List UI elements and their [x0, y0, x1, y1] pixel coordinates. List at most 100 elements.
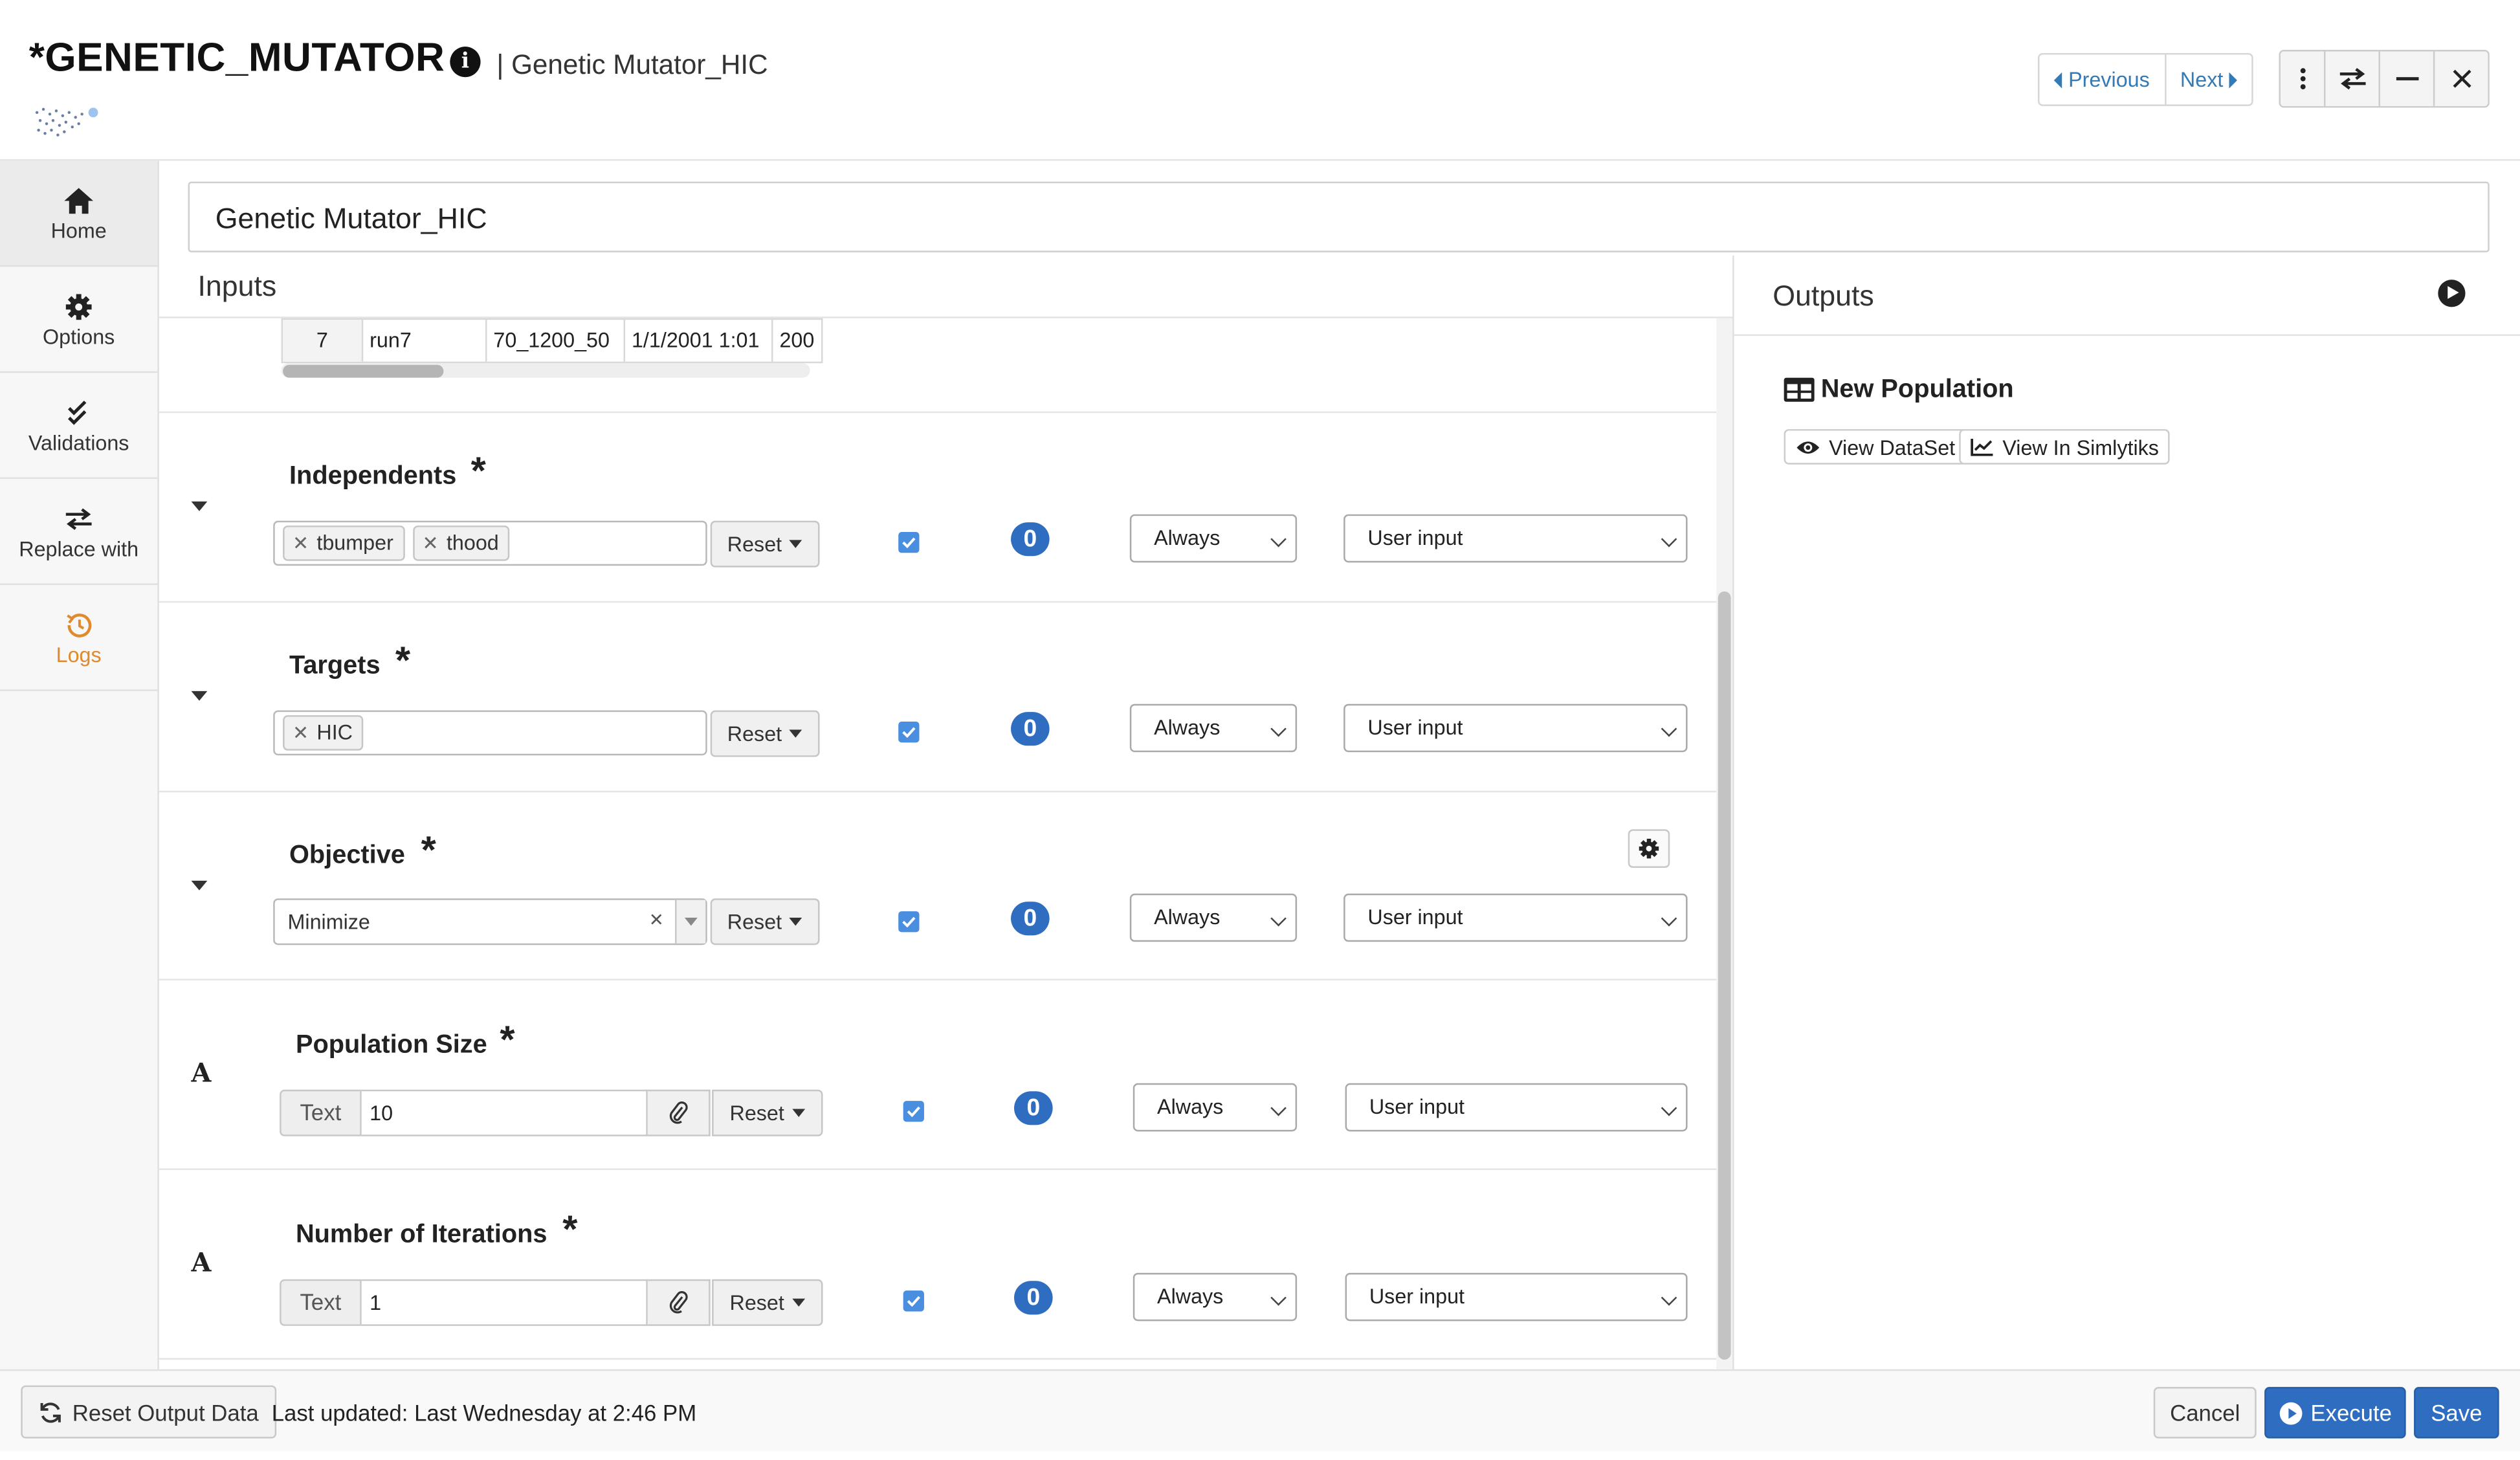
close-button[interactable]	[2433, 51, 2488, 106]
chevron-down-icon	[1661, 1100, 1677, 1116]
sidebar-item-validations[interactable]: Validations	[0, 373, 158, 480]
view-dataset-label: View DataSet	[1829, 434, 1956, 459]
reset-dropdown-button[interactable]: Reset	[712, 1089, 823, 1136]
frequency-select[interactable]: Always	[1133, 1272, 1298, 1322]
source-select[interactable]: User input	[1345, 1083, 1688, 1132]
header-divider	[0, 159, 2520, 161]
param-label: Targets	[289, 652, 381, 680]
select-value: Always	[1154, 525, 1221, 550]
enabled-checkbox[interactable]	[903, 1101, 924, 1122]
save-button[interactable]: Save	[2414, 1387, 2499, 1439]
reset-label: Reset	[727, 532, 782, 557]
play-circle-icon	[2279, 1401, 2302, 1424]
attach-button[interactable]	[647, 1279, 711, 1326]
chevron-down-icon	[1270, 531, 1287, 548]
collapse-caret-icon[interactable]	[191, 501, 208, 511]
reset-dropdown-button[interactable]: Reset	[710, 520, 820, 568]
frequency-select[interactable]: Always	[1133, 1083, 1298, 1132]
caret-down-icon	[792, 1298, 806, 1307]
remove-tag-icon[interactable]: ✕	[423, 527, 439, 560]
reset-dropdown-button[interactable]: Reset	[710, 898, 820, 946]
output-title: New Population	[1820, 376, 2014, 404]
source-select[interactable]: User input	[1343, 703, 1688, 753]
source-select[interactable]: User input	[1345, 1272, 1688, 1322]
sidebar-item-replace-with[interactable]: Replace with	[0, 479, 158, 585]
objective-settings-button[interactable]	[1628, 829, 1670, 868]
source-select[interactable]: User input	[1343, 893, 1688, 942]
tag-chip[interactable]: ✕ HIC	[283, 715, 364, 751]
previous-button[interactable]: Previous	[2039, 54, 2164, 104]
name-input[interactable]: Genetic Mutator_HIC	[188, 181, 2490, 252]
collapse-caret-icon[interactable]	[191, 880, 208, 890]
page-title: *GENETIC_MUTATOR	[28, 35, 445, 81]
select-value: User input	[1369, 1284, 1464, 1309]
reset-dropdown-button[interactable]: Reset	[712, 1279, 823, 1326]
clear-selection-icon[interactable]: ✕	[649, 900, 664, 944]
caret-down-icon	[790, 729, 803, 738]
view-dataset-button[interactable]: View DataSet	[1784, 429, 1967, 465]
table-icon	[1784, 377, 1815, 402]
sidebar-item-home[interactable]: Home	[0, 160, 158, 267]
independents-multiselect[interactable]: ✕ tbumper ✕ thood	[273, 520, 707, 566]
paperclip-icon	[669, 1101, 688, 1124]
select-value: User input	[1367, 905, 1463, 929]
chevron-down-icon	[1661, 720, 1677, 737]
enabled-checkbox[interactable]	[898, 532, 920, 553]
tag-chip[interactable]: ✕ thood	[412, 525, 511, 561]
source-select[interactable]: User input	[1343, 514, 1688, 563]
count-badge: 0	[1014, 1281, 1053, 1315]
minimize-button[interactable]	[2378, 51, 2433, 106]
table-scroll-thumb[interactable]	[283, 364, 444, 378]
sidebar-item-options[interactable]: Options	[0, 267, 158, 373]
population-size-input[interactable]: 10	[361, 1089, 648, 1136]
next-label: Next	[2180, 67, 2224, 92]
execute-button[interactable]: Execute	[2264, 1387, 2406, 1439]
tag-label: thood	[446, 530, 499, 555]
frequency-select[interactable]: Always	[1129, 703, 1298, 753]
sidebar-item-logs[interactable]: Logs	[0, 585, 158, 691]
play-circle-icon[interactable]	[2438, 280, 2466, 307]
enabled-checkbox[interactable]	[898, 911, 920, 933]
table-cell: 200	[779, 327, 815, 352]
iterations-input[interactable]: 1	[361, 1279, 648, 1326]
targets-multiselect[interactable]: ✕ HIC	[273, 710, 707, 756]
eye-icon	[1796, 441, 1820, 453]
reset-label: Reset	[727, 722, 782, 746]
objective-select[interactable]: Minimize ✕	[273, 898, 707, 946]
param-label: Number of Iterations	[295, 1221, 547, 1249]
caret-left-icon	[2053, 71, 2062, 88]
inputs-scroll-thumb[interactable]	[1718, 591, 1731, 1360]
enabled-checkbox[interactable]	[903, 1290, 924, 1312]
tag-chip[interactable]: ✕ tbumper	[283, 525, 405, 561]
outputs-heading: Outputs	[1773, 280, 1874, 312]
text-type-icon: A	[191, 1247, 212, 1278]
attach-button[interactable]	[647, 1089, 711, 1136]
dropdown-toggle[interactable]	[675, 900, 706, 944]
record-nav: Previous Next	[2037, 52, 2254, 106]
remove-tag-icon[interactable]: ✕	[293, 717, 309, 749]
reset-output-data-button[interactable]: Reset Output Data	[21, 1385, 277, 1439]
count-badge: 0	[1011, 712, 1050, 746]
remove-tag-icon[interactable]: ✕	[293, 527, 309, 560]
check-icon	[902, 537, 916, 548]
swap-button[interactable]	[2323, 51, 2379, 106]
reset-dropdown-button[interactable]: Reset	[710, 710, 820, 757]
caret-right-icon	[2229, 71, 2238, 88]
table-cell: 70_1200_50	[487, 320, 626, 362]
vertical-dots-icon	[2299, 68, 2305, 90]
last-updated-text: Last updated: Last Wednesday at 2:46 PM	[271, 1400, 697, 1426]
view-in-simlytiks-button[interactable]: View In Simlytiks	[1959, 429, 2171, 465]
next-button[interactable]: Next	[2164, 54, 2252, 105]
collapse-caret-icon[interactable]	[191, 691, 208, 701]
tag-label: HIC	[316, 720, 353, 744]
outputs-header-divider	[1734, 334, 2520, 337]
enabled-checkbox[interactable]	[898, 722, 920, 743]
frequency-select[interactable]: Always	[1129, 893, 1298, 942]
more-menu-button[interactable]	[2280, 51, 2324, 106]
row-divider	[159, 1168, 1717, 1170]
dataset-preview-table: 7 run7 70_1200_50 1/1/2001 1:01 200	[281, 318, 823, 364]
select-value: Always	[1157, 1094, 1224, 1119]
info-icon[interactable]: i	[450, 47, 481, 78]
frequency-select[interactable]: Always	[1129, 514, 1298, 563]
cancel-button[interactable]: Cancel	[2153, 1387, 2257, 1439]
